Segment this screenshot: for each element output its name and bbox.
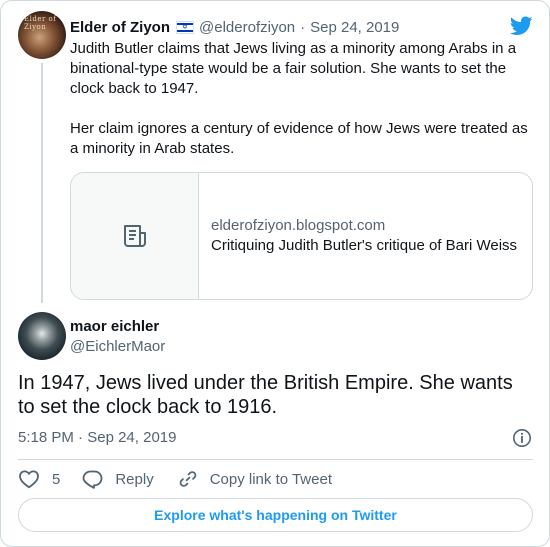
reply-button[interactable]: Reply [82,469,154,489]
parent-tweet-date[interactable]: Sep 24, 2019 [310,19,399,36]
parent-tweet-paragraph: Her claim ignores a century of evidence … [70,120,528,157]
main-author-avatar[interactable] [18,312,66,360]
separator-dot: · [300,18,306,36]
thread-connector-line [41,63,43,303]
twitter-bird-icon[interactable] [510,16,533,36]
main-author-name[interactable]: maor eichler [70,317,159,337]
tweet-embed-card: Elder of Ziyon Elder of Ziyon ✡ @elderof… [0,0,550,547]
main-tweet-text: In 1947, Jews lived under the British Em… [18,372,513,418]
tweet-timestamp[interactable]: 5:18 PM · Sep 24, 2019 [18,428,176,448]
reply-icon [82,470,103,489]
parent-tweet-header: Elder of Ziyon ✡ @elderofziyon · Sep 24,… [70,17,399,37]
explore-twitter-button[interactable]: Explore what's happening on Twitter [18,498,533,532]
reply-label: Reply [115,470,154,488]
action-divider [18,459,533,460]
like-count: 5 [52,470,61,488]
link-icon [179,471,196,487]
separator-dot: · [78,429,84,446]
link-preview-card[interactable]: elderofziyon.blogspot.com Critiquing Jud… [70,172,533,300]
article-icon [123,225,146,247]
tweet-actions-bar: 5 Reply Copy link to Tweet [18,468,332,490]
tweet-date: Sep 24, 2019 [87,429,177,446]
parent-author-name[interactable]: Elder of Ziyon [70,19,170,36]
copy-link-label: Copy link to Tweet [209,470,332,488]
tweet-time: 5:18 PM [18,429,74,446]
israel-flag-icon: ✡ [176,20,195,34]
info-icon[interactable] [512,428,532,448]
heart-icon [19,470,39,489]
link-preview-text: elderofziyon.blogspot.com Critiquing Jud… [199,173,532,299]
avatar-logo-text: Elder of Ziyon [24,15,57,31]
link-preview-domain: elderofziyon.blogspot.com [211,217,386,234]
link-preview-title: Critiquing Judith Butler's critique of B… [211,237,518,254]
like-button[interactable]: 5 [18,469,60,489]
parent-tweet-paragraph: Judith Butler claims that Jews living as… [70,40,517,97]
copy-link-button[interactable]: Copy link to Tweet [178,469,332,489]
parent-author-handle[interactable]: @elderofziyon [199,19,295,36]
parent-tweet-text: Judith Butler claims that Jews living as… [70,39,532,159]
parent-author-avatar[interactable]: Elder of Ziyon [18,11,66,59]
link-preview-thumbnail [71,173,199,299]
main-author-handle[interactable]: @EichlerMaor [70,337,165,357]
